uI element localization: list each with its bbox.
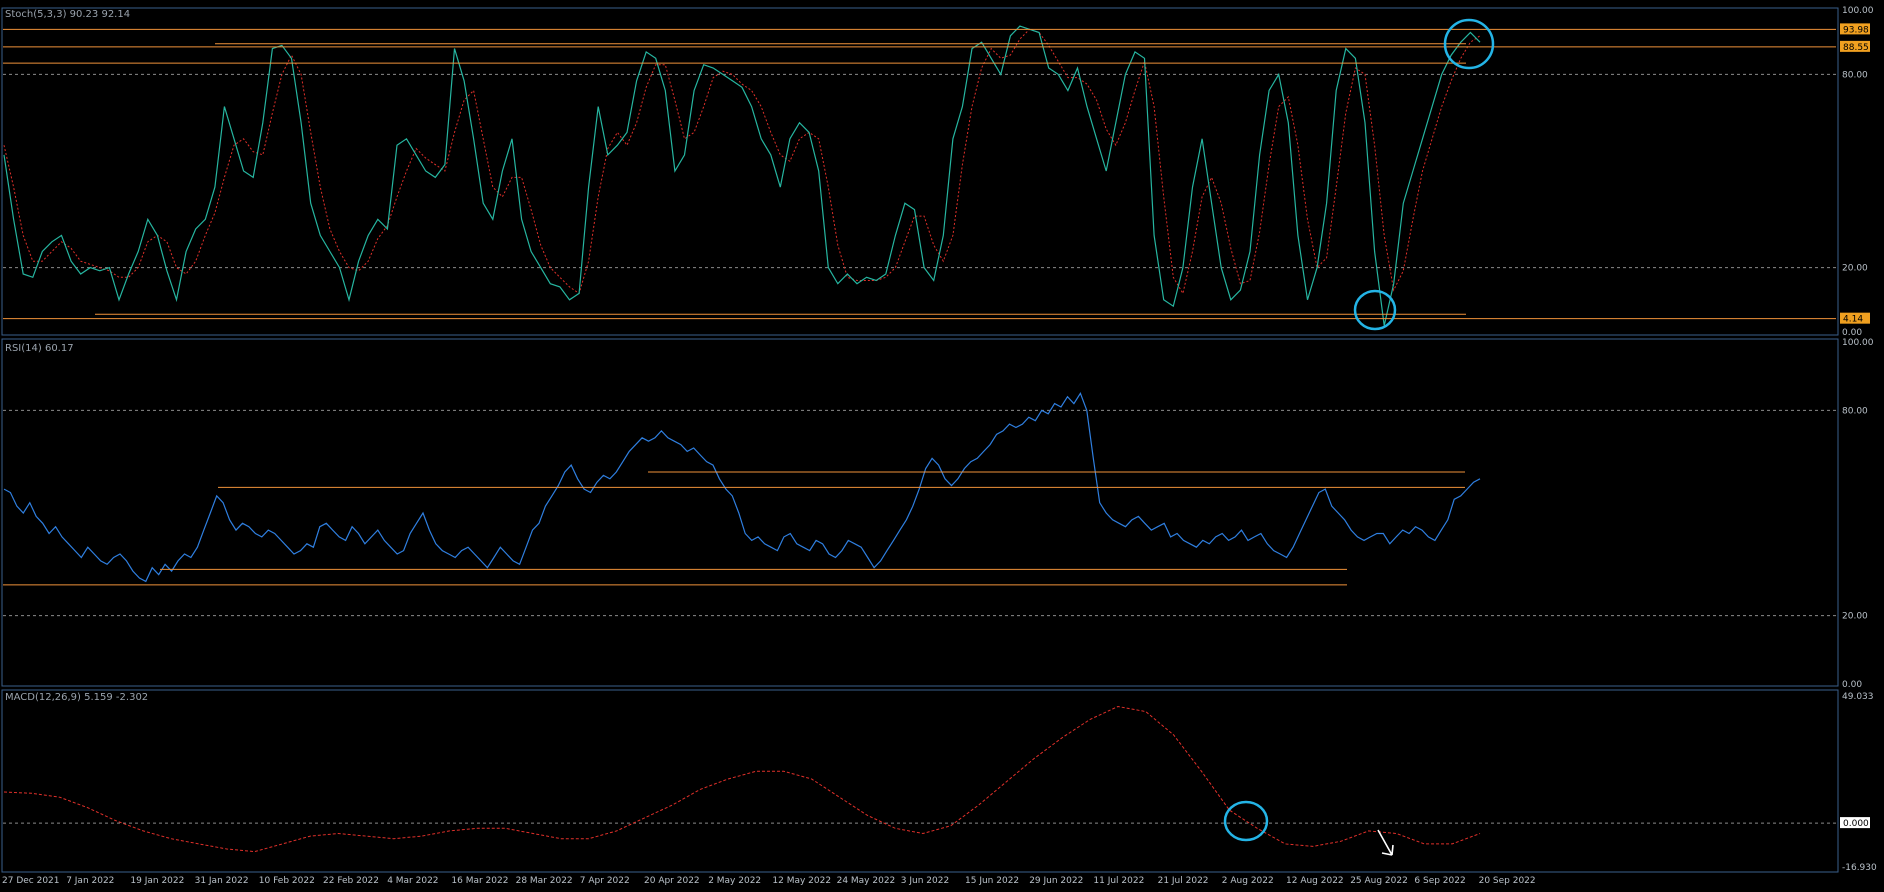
x-tick-label: 27 Dec 2021 bbox=[2, 876, 60, 886]
x-tick-label: 7 Apr 2022 bbox=[580, 876, 630, 886]
y-tick-label: 0.00 bbox=[1842, 680, 1862, 690]
x-tick-label: 19 Jan 2022 bbox=[130, 876, 184, 886]
rsi-panel: RSI(14) 60.17 100.00 80.00 20.00 0.00 bbox=[1, 338, 1874, 690]
y-tick-label: 20.00 bbox=[1842, 612, 1868, 622]
panel-border bbox=[1, 338, 1839, 687]
time-axis: 27 Dec 2021 7 Jan 2022 19 Jan 2022 31 Jan 2… bbox=[2, 876, 1536, 886]
x-tick-label: 10 Feb 2022 bbox=[259, 876, 315, 886]
y-tick-label: 20.00 bbox=[1842, 264, 1868, 274]
price-tag-label: 88.55 bbox=[1843, 43, 1869, 53]
price-tag-label: 93.98 bbox=[1843, 25, 1869, 35]
highlight-circle bbox=[1223, 800, 1269, 842]
x-tick-label: 24 May 2022 bbox=[837, 876, 896, 886]
x-tick-label: 25 Aug 2022 bbox=[1350, 876, 1408, 886]
x-tick-label: 4 Mar 2022 bbox=[387, 876, 438, 886]
x-tick-label: 15 Jun 2022 bbox=[965, 876, 1019, 886]
x-tick-label: 3 Jun 2022 bbox=[901, 876, 949, 886]
panel-border bbox=[1, 7, 1839, 336]
x-tick-label: 21 Jul 2022 bbox=[1158, 876, 1209, 886]
y-tick-label: 80.00 bbox=[1842, 406, 1868, 416]
x-tick-label: 22 Feb 2022 bbox=[323, 876, 379, 886]
macd-signal-line bbox=[3, 705, 1481, 853]
y-tick-label: 100.00 bbox=[1842, 6, 1874, 16]
y-tick-label: 100.00 bbox=[1842, 338, 1874, 348]
y-tick-label: 0.00 bbox=[1842, 328, 1862, 338]
x-tick-label: 28 Mar 2022 bbox=[516, 876, 573, 886]
x-tick-label: 20 Apr 2022 bbox=[644, 876, 700, 886]
price-tag-label: 4.14 bbox=[1843, 315, 1863, 325]
x-tick-label: 12 May 2022 bbox=[772, 876, 831, 886]
x-tick-label: 7 Jan 2022 bbox=[66, 876, 114, 886]
highlight-circle bbox=[1353, 289, 1397, 331]
macd-header: MACD(12,26,9) 5.159 -2.302 bbox=[5, 692, 148, 703]
x-tick-label: 6 Sep 2022 bbox=[1414, 876, 1465, 886]
x-tick-label: 29 Jun 2022 bbox=[1029, 876, 1083, 886]
y-tick-label: 80.00 bbox=[1842, 70, 1868, 80]
macd-panel: MACD(12,26,9) 5.159 -2.302 49.033 0.000 -1… bbox=[1, 689, 1877, 873]
zero-tag-label: 0.000 bbox=[1843, 819, 1869, 829]
x-tick-label: 31 Jan 2022 bbox=[195, 876, 249, 886]
chart-canvas: Stoch(5,3,3) 90.23 92.14 100.00 80.00 20.0… bbox=[1, 6, 1877, 886]
y-tick-label: 49.033 bbox=[1842, 692, 1874, 702]
stoch-main-line bbox=[3, 25, 1481, 326]
x-tick-label: 20 Sep 2022 bbox=[1479, 876, 1536, 886]
stochastic-panel: Stoch(5,3,3) 90.23 92.14 100.00 80.00 20.0… bbox=[1, 6, 1874, 338]
panel-border bbox=[1, 689, 1839, 873]
stochastic-header: Stoch(5,3,3) 90.23 92.14 bbox=[5, 9, 130, 20]
x-tick-label: 11 Jul 2022 bbox=[1093, 876, 1144, 886]
arrow-icon bbox=[1377, 829, 1394, 856]
x-tick-label: 12 Aug 2022 bbox=[1286, 876, 1344, 886]
x-tick-label: 2 Aug 2022 bbox=[1222, 876, 1274, 886]
rsi-header: RSI(14) 60.17 bbox=[5, 343, 74, 354]
x-tick-label: 2 May 2022 bbox=[708, 876, 761, 886]
x-tick-label: 16 Mar 2022 bbox=[451, 876, 508, 886]
y-tick-label: -16.930 bbox=[1842, 863, 1877, 873]
